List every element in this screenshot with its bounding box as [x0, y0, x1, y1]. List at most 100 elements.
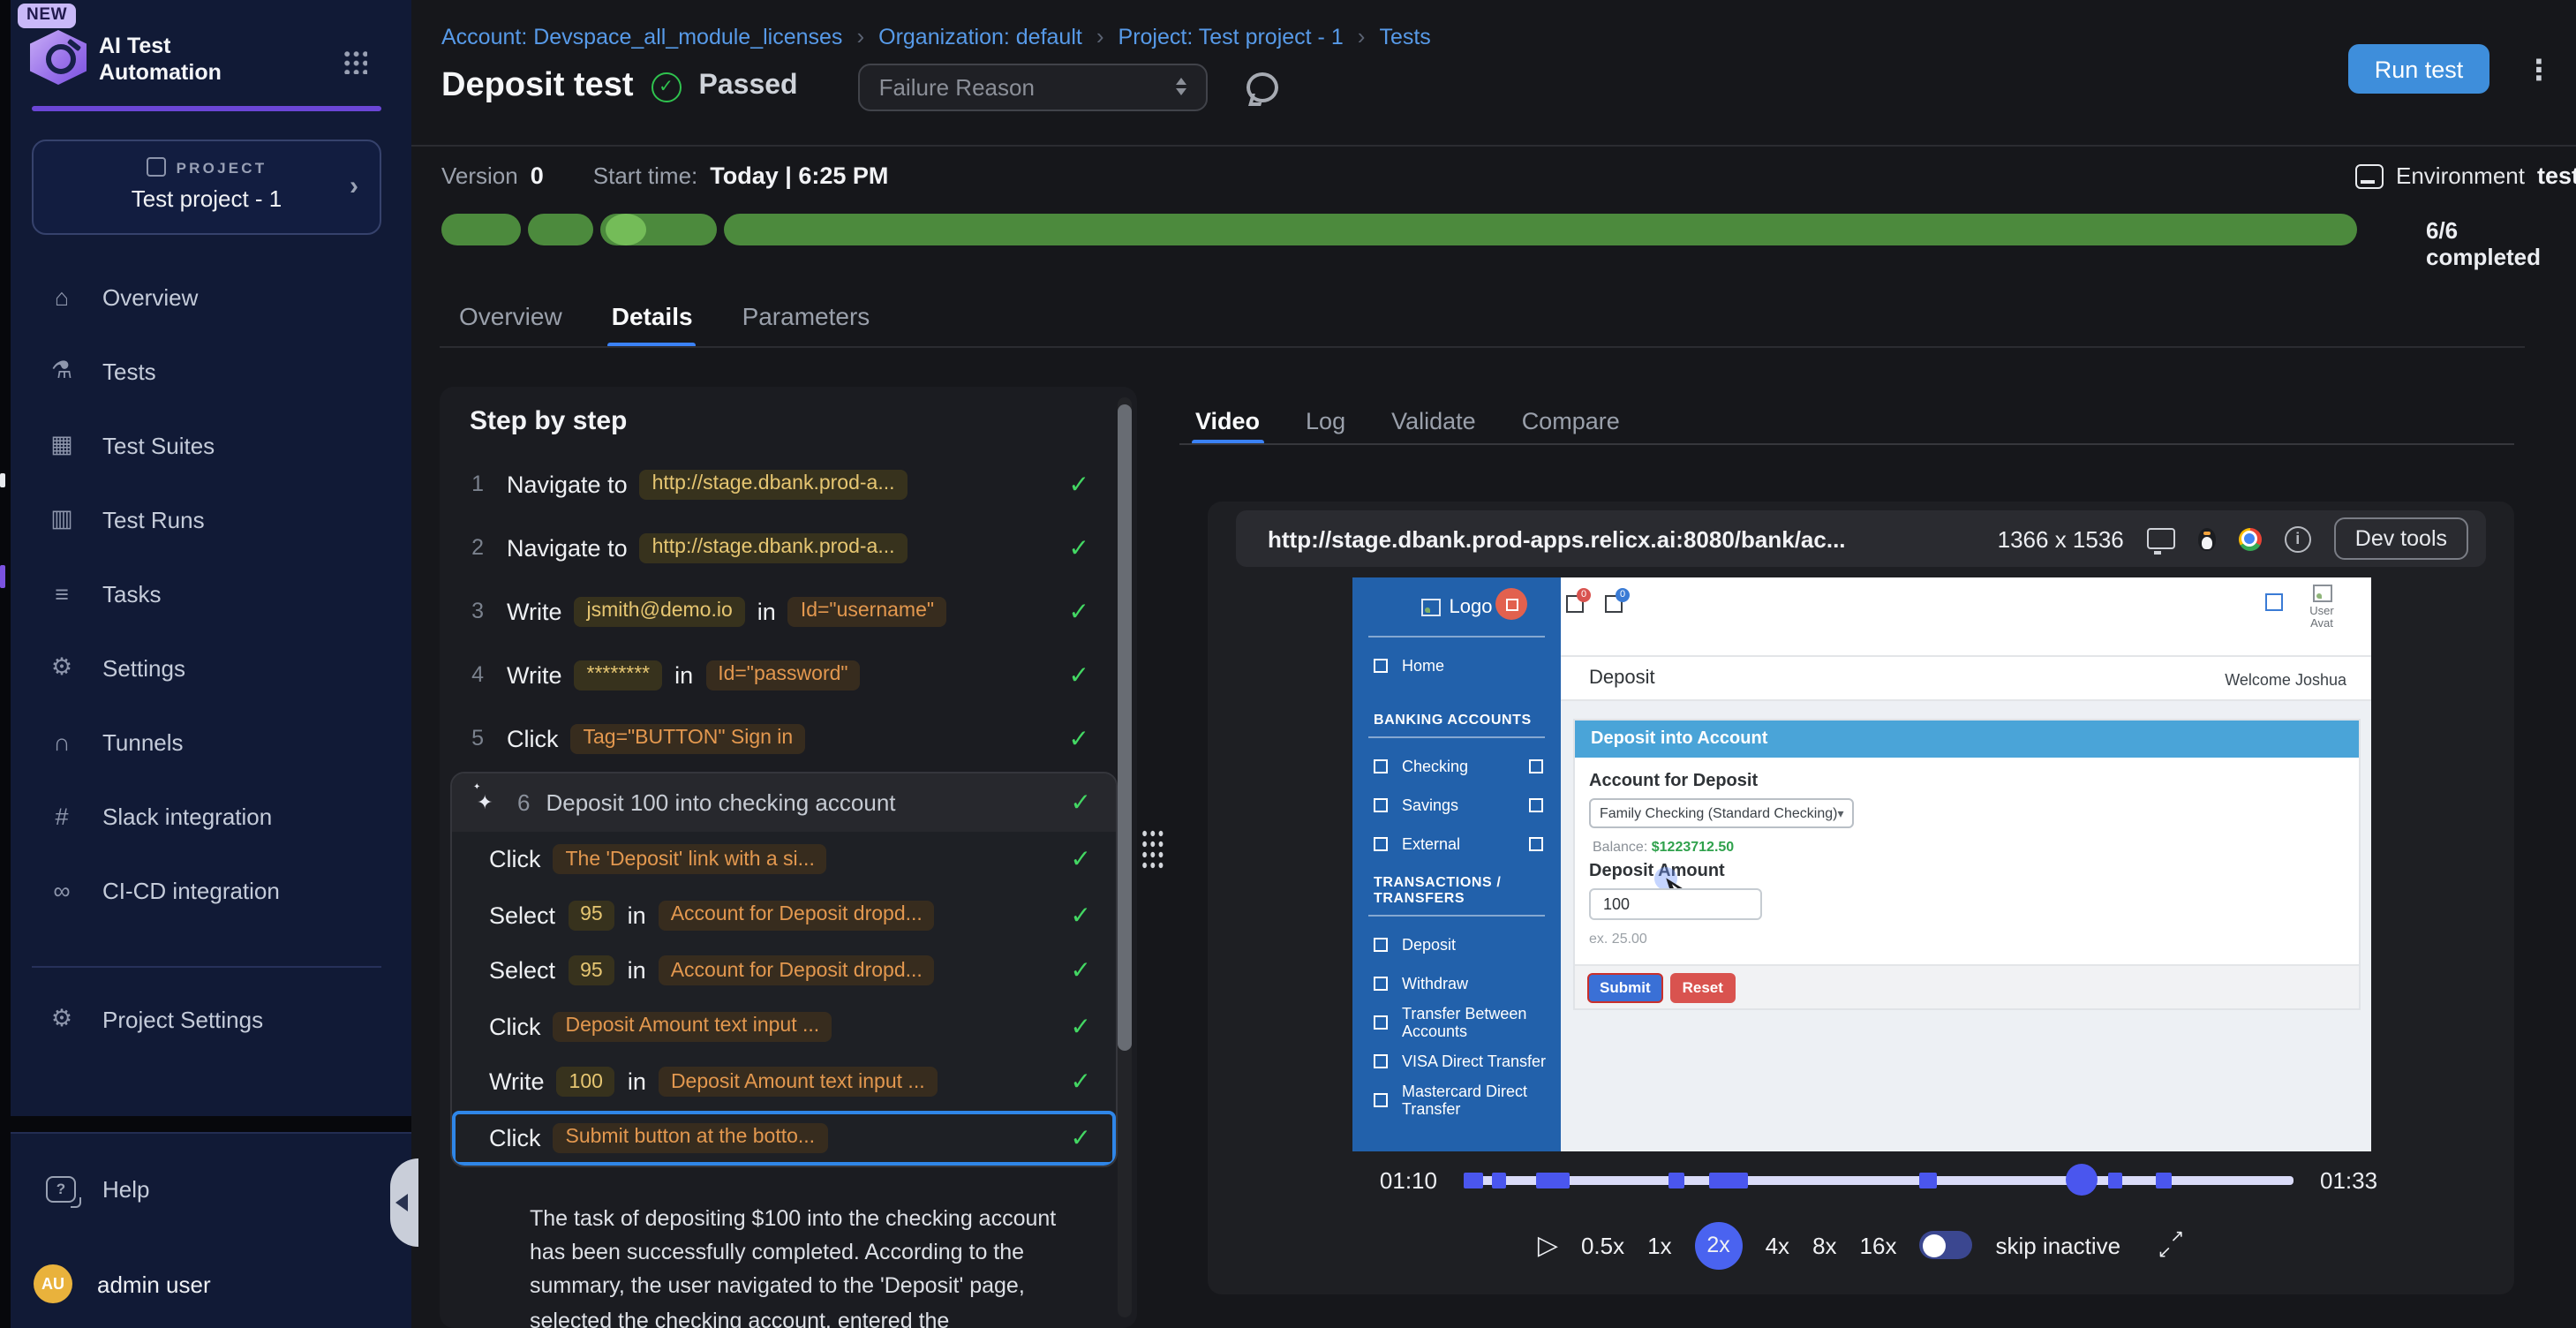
sidebar-item-tasks[interactable]: ≡Tasks — [11, 556, 411, 630]
sidebar-item-label: Overview — [102, 283, 198, 310]
speed-8x[interactable]: 8x — [1812, 1232, 1836, 1258]
embed-checkbox-icon — [2265, 593, 2283, 611]
timeline-marker — [1537, 1172, 1570, 1188]
sidebar-item-project-settings[interactable]: ⚙ Project Settings — [11, 982, 411, 1056]
toggle-knob — [1922, 1234, 1945, 1256]
speed-2x[interactable]: 2x — [1695, 1221, 1743, 1269]
embed-nav-item-savings: Savings — [1352, 786, 1561, 825]
viewer-tab-validate[interactable]: Validate — [1391, 396, 1476, 445]
speed-0-5x[interactable]: 0.5x — [1581, 1232, 1624, 1258]
version-value: 0 — [531, 162, 544, 189]
dev-tools-button[interactable]: Dev tools — [2334, 517, 2468, 560]
progress-segment — [600, 214, 717, 245]
sidebar-item-overview[interactable]: ⌂Overview — [11, 260, 411, 334]
speed-16x[interactable]: 16x — [1860, 1232, 1897, 1258]
sidebar-item-label: Tests — [102, 358, 156, 384]
step-row[interactable]: 4Write********inId="password"✓ — [461, 643, 1096, 706]
sidebar-item-slack-integration[interactable]: #Slack integration — [11, 779, 411, 853]
tab-overview[interactable]: Overview — [459, 283, 562, 348]
step-row[interactable]: Select95inAccount for Deposit dropd...✓ — [452, 943, 1116, 999]
step-row[interactable]: ClickThe 'Deposit' link with a si...✓ — [452, 832, 1116, 887]
step-locator-chip: Id="username" — [788, 596, 946, 626]
seek-bar[interactable] — [1464, 1175, 2294, 1184]
breadcrumb-link[interactable]: Tests — [1379, 24, 1430, 49]
accent-divider — [32, 106, 381, 111]
step-action: Write — [507, 598, 562, 624]
step-row[interactable]: 2Navigate tohttp://stage.dbank.prod-a...… — [461, 516, 1096, 579]
viewer-tab-video[interactable]: Video — [1195, 396, 1260, 445]
step-row[interactable]: 3Writejsmith@demo.ioinId="username"✓ — [461, 579, 1096, 643]
fullscreen-icon[interactable] — [2158, 1232, 2184, 1258]
sidebar-collapse-handle[interactable] — [390, 1158, 418, 1247]
checkbox-icon — [1529, 798, 1543, 812]
run-test-button[interactable]: Run test — [2348, 44, 2489, 94]
tab-parameters[interactable]: Parameters — [742, 283, 870, 348]
help-button[interactable]: ? Help — [11, 1151, 411, 1226]
step-row[interactable]: ClickDeposit Amount text input ...✓ — [452, 999, 1116, 1054]
step-value-chip: http://stage.dbank.prod-a... — [640, 532, 908, 562]
sidebar-item-tests[interactable]: ⚗Tests — [11, 334, 411, 408]
check-icon: ✓ — [1071, 901, 1091, 931]
step-group-header[interactable]: ✦ 6 Deposit 100 into checking account ✓ — [452, 773, 1116, 832]
viewer-tab-compare[interactable]: Compare — [1522, 396, 1620, 445]
steps-scrollbar[interactable] — [1118, 397, 1132, 1317]
progress-segment — [528, 214, 593, 245]
sidebar-item-ci-cd-integration[interactable]: ∞ CI-CD integration — [11, 853, 411, 927]
project-selector[interactable]: PROJECT Test project - 1 › — [32, 140, 381, 235]
speed-4x[interactable]: 4x — [1766, 1232, 1789, 1258]
embed-nav-label: Deposit — [1402, 936, 1456, 954]
apps-grid-icon[interactable] — [343, 49, 367, 74]
embed-nav-label: Withdraw — [1402, 975, 1468, 992]
start-time-value: Today | 6:25 PM — [710, 162, 888, 189]
skip-inactive-toggle[interactable] — [1919, 1231, 1972, 1259]
step-text: in — [628, 902, 646, 929]
slack-integration-icon: # — [46, 803, 78, 829]
sidebar-item-test-suites[interactable]: ▦Test Suites — [11, 408, 411, 482]
video-frame[interactable]: Logo HomeBANKING ACCOUNTSCheckingSavings… — [1352, 577, 2371, 1151]
step-row[interactable]: 1Navigate tohttp://stage.dbank.prod-a...… — [461, 452, 1096, 516]
step-row[interactable]: Select95inAccount for Deposit dropd...✓ — [452, 887, 1116, 943]
app-root: NEW AI Test Automation PROJECT Test proj… — [0, 0, 2576, 1328]
check-icon: ✓ — [1069, 596, 1089, 626]
total-time: 01:33 — [2320, 1166, 2391, 1193]
viewer-tab-log[interactable]: Log — [1306, 396, 1345, 445]
sidebar-item-label: CI-CD integration — [102, 877, 280, 903]
scrollbar-thumb[interactable] — [1118, 404, 1132, 1051]
step-row[interactable]: 5ClickTag="BUTTON" Sign in✓ — [461, 706, 1096, 770]
play-icon[interactable]: ▷ — [1538, 1229, 1558, 1261]
breadcrumb-link[interactable]: Account: Devspace_all_module_licenses — [441, 24, 842, 49]
step-row[interactable]: Write100inDeposit Amount text input ...✓ — [452, 1054, 1116, 1110]
linux-icon — [2198, 527, 2216, 550]
tab-details[interactable]: Details — [612, 283, 693, 348]
comment-icon[interactable] — [1247, 72, 1278, 102]
kebab-menu-icon[interactable]: ⋮ — [2525, 53, 2553, 88]
step-action: Write — [489, 1069, 545, 1096]
breadcrumb-link[interactable]: Organization: default — [878, 24, 1082, 49]
environment-value: test — [2537, 162, 2576, 189]
failure-reason-select[interactable]: Failure Reason — [858, 63, 1208, 110]
sidebar-item-test-runs[interactable]: ▥Test Runs — [11, 482, 411, 556]
speed-1x[interactable]: 1x — [1647, 1232, 1671, 1258]
new-badge: NEW — [18, 4, 76, 28]
panel-resize-handle[interactable] — [1141, 828, 1164, 871]
sidebar-item-settings[interactable]: ⚙Settings — [11, 630, 411, 705]
user-name: admin user — [97, 1271, 211, 1297]
embed-page-title: Deposit — [1589, 668, 1655, 689]
playhead[interactable] — [2066, 1163, 2098, 1195]
embed-divider — [1368, 736, 1545, 738]
info-icon[interactable]: i — [2285, 525, 2311, 552]
version-label: Version — [441, 162, 518, 189]
ci-cd-integration-icon: ∞ — [46, 877, 78, 903]
embed-nav-item-withdraw: Withdraw — [1352, 964, 1561, 1003]
project-cube-icon — [147, 157, 166, 177]
embed-account-select: Family Checking (Standard Checking) ▾ — [1589, 798, 1854, 828]
step-locator-chip: Account for Deposit dropd... — [659, 956, 935, 986]
step-action: Write — [507, 661, 562, 688]
sidebar-item-tunnels[interactable]: ∩Tunnels — [11, 705, 411, 779]
breadcrumb-link[interactable]: Project: Test project - 1 — [1119, 24, 1344, 49]
user-menu[interactable]: AU admin user — [11, 1245, 434, 1323]
embed-deposit-card: Deposit into Account Account for Deposit… — [1575, 721, 2359, 1008]
embed-flag-icon: 0 — [1566, 595, 1584, 613]
embed-welcome-text: Welcome Joshua — [2225, 671, 2346, 689]
step-row-selected[interactable]: ClickSubmit button at the botto...✓ — [452, 1110, 1116, 1166]
